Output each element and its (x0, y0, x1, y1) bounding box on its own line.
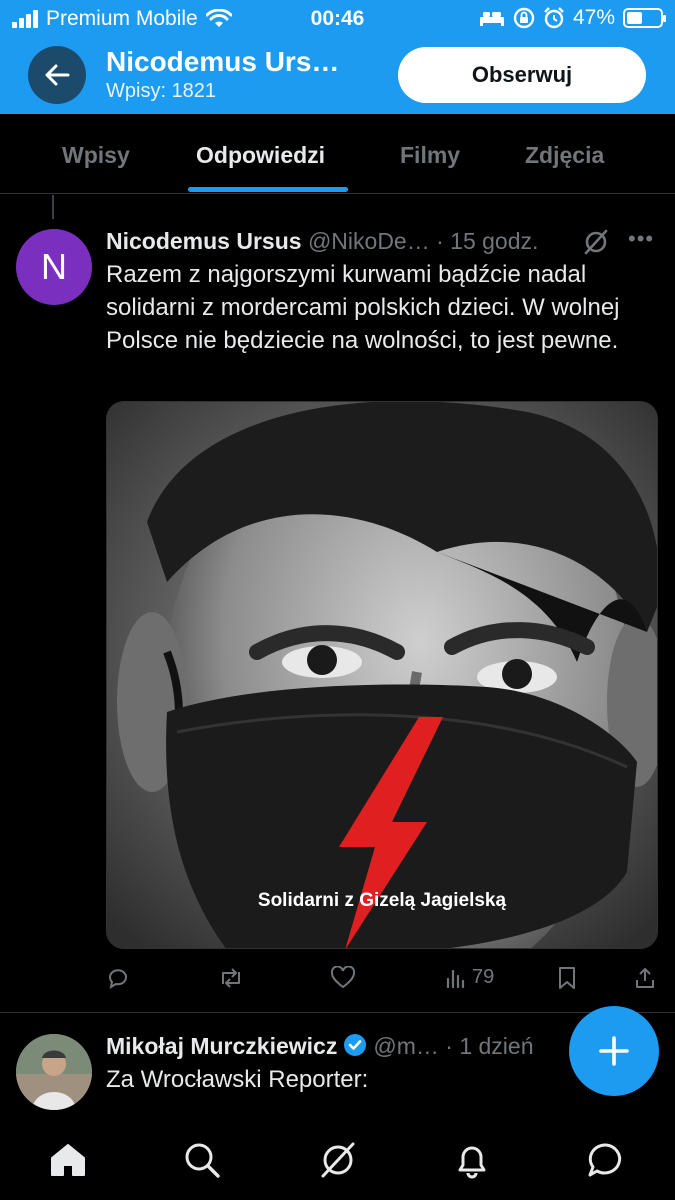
author-name[interactable]: Nicodemus Ursus (106, 228, 302, 254)
nav-grok[interactable] (316, 1138, 360, 1182)
tweet-text: Za Wrocławski Reporter: (106, 1066, 369, 1093)
tweet-image[interactable]: Solidarni z Gizelą Jagielską (106, 401, 658, 949)
battery-percent: 47% (572, 6, 615, 29)
grok-icon[interactable] (582, 228, 610, 256)
views-icon (446, 969, 465, 988)
battery-icon (623, 8, 666, 28)
back-button[interactable] (28, 46, 86, 104)
tab-replies[interactable]: Odpowiedzi (196, 142, 325, 169)
tweet-actions: 79 (106, 966, 658, 996)
heart-icon (330, 966, 356, 989)
profile-name: Nicodemus Urs… (106, 46, 340, 77)
tweet-divider (0, 1012, 675, 1013)
avatar-letter: N (41, 246, 67, 287)
repost-icon (222, 968, 240, 988)
tweet-header: Mikołaj Murczkiewicz @m… · 1 dzień (106, 1033, 533, 1060)
follow-button[interactable]: Obserwuj (398, 47, 646, 103)
profile-tabs: Wpisy Odpowiedzi Filmy Zdjęcia (0, 114, 675, 194)
like-button[interactable] (330, 966, 356, 990)
share-button[interactable] (634, 966, 656, 990)
image-caption: Solidarni z Gizelą Jagielską (257, 890, 507, 911)
avatar[interactable]: N (16, 229, 92, 305)
more-options-icon[interactable]: ••• (628, 226, 654, 252)
tweet-text: Razem z najgorszymi kurwami bądźcie nada… (106, 261, 620, 354)
orientation-lock-icon (513, 7, 535, 29)
search-icon (185, 1143, 220, 1178)
views-count: 79 (472, 966, 495, 988)
active-tab-indicator (188, 187, 348, 192)
thread-line (52, 195, 54, 219)
arrow-left-icon (45, 64, 70, 86)
tab-videos[interactable]: Filmy (400, 142, 460, 169)
nav-notifications[interactable] (450, 1138, 494, 1182)
reply-button[interactable] (106, 966, 130, 990)
bed-icon (479, 12, 504, 26)
tweet-header: Nicodemus Ursus @NikoDe… · 15 godz. (106, 228, 538, 255)
nav-home[interactable] (46, 1138, 90, 1182)
author-handle[interactable]: @m… (373, 1033, 439, 1059)
author-handle[interactable]: @NikoDe… (308, 228, 430, 254)
share-icon (636, 968, 654, 988)
messages-icon (588, 1143, 622, 1177)
repost-button[interactable] (218, 966, 244, 990)
tweet-time: · 1 dzień (445, 1033, 534, 1059)
notifications-icon (458, 1146, 486, 1179)
nav-search[interactable] (180, 1138, 224, 1182)
bookmark-button[interactable] (556, 966, 578, 990)
views-button[interactable]: 79 (444, 966, 494, 989)
tweet-time: · 15 godz. (436, 228, 539, 254)
author-name[interactable]: Mikołaj Murczkiewicz (106, 1033, 337, 1059)
bookmark-icon (559, 967, 575, 989)
tab-photos[interactable]: Zdjęcia (525, 142, 604, 169)
posts-count: Wpisy: 1821 (106, 80, 217, 102)
reply-icon (109, 969, 127, 990)
compose-button[interactable] (569, 1006, 659, 1096)
tab-posts[interactable]: Wpisy (62, 142, 130, 169)
grok-icon (321, 1142, 355, 1178)
portrait-illustration (107, 402, 657, 948)
bottom-nav (0, 1118, 675, 1200)
home-icon (51, 1144, 85, 1176)
nav-messages[interactable] (584, 1138, 628, 1182)
verified-badge-icon (344, 1034, 367, 1056)
plus-icon (599, 1036, 629, 1066)
top-bar: Premium Mobile 00:46 47% Nicodemus Urs… … (0, 0, 675, 114)
alarm-icon (544, 7, 564, 29)
status-bar: Premium Mobile 00:46 47% (0, 0, 675, 38)
avatar-photo (16, 1034, 92, 1110)
avatar[interactable] (16, 1034, 92, 1110)
